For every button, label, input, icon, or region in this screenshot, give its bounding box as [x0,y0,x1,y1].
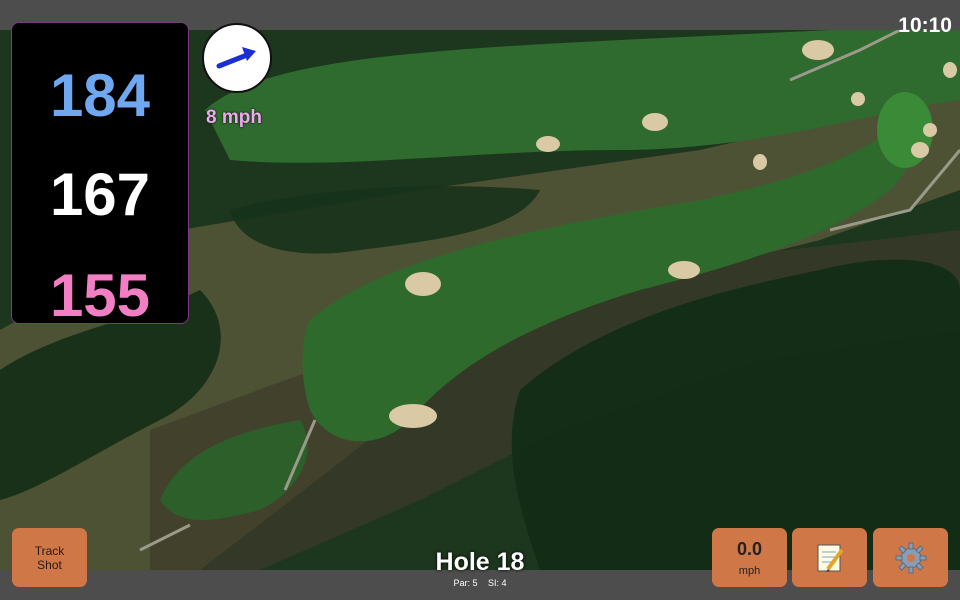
hole-stroke-index: SI: 4 [488,578,507,588]
notes-button[interactable] [792,528,867,587]
speed-button[interactable]: 0.0 mph [712,528,787,587]
distance-back: 184 [49,62,151,129]
hole-title: Hole 18 [435,548,525,576]
arrow-right-icon [216,47,256,69]
distance-middle: 167 [49,161,151,228]
settings-button[interactable] [873,528,948,587]
gear-icon [895,542,927,574]
clock: 10:10 [898,14,952,37]
speed-value: 0.0 [736,539,763,559]
notepad-icon [817,544,844,572]
wind-speed-label: 8 mph [206,107,262,128]
speed-unit: mph [738,565,761,577]
track-shot-label-line2: Shot [37,558,62,572]
track-shot-label-line1: Track [34,544,65,558]
distance-front: 155 [49,262,151,329]
hole-par: Par: 5 [453,578,478,588]
distance-panel: 184 167 155 [11,22,189,329]
wind-direction-dial [202,23,272,93]
hole-info: Par: 5 SI: 4 [380,578,580,588]
track-shot-button[interactable]: Track Shot [12,528,87,587]
